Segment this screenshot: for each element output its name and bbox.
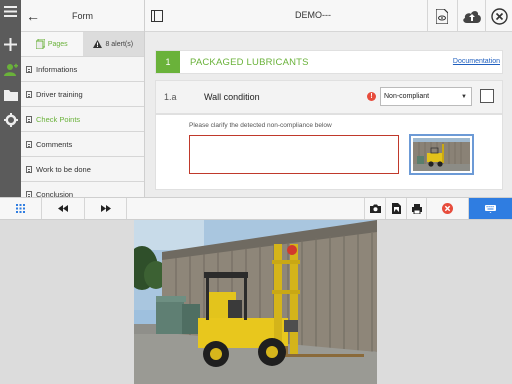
page-item-label: Informations <box>36 64 78 74</box>
document-icon <box>26 65 32 73</box>
question-number: 1.a <box>164 92 177 102</box>
question-row: 1.a Wall condition ! Non-compliant ▼ <box>155 80 503 114</box>
main-topbar: DEMO--- <box>145 0 512 32</box>
tab-pages-label: Pages <box>47 40 68 48</box>
detail-hint: Please clarify the detected non-complian… <box>189 122 332 129</box>
previous-button[interactable] <box>42 198 85 219</box>
cloud-upload-icon <box>462 11 481 23</box>
grid-button[interactable] <box>0 198 42 219</box>
image-file-icon <box>391 203 401 214</box>
chevron-down-icon: ▼ <box>461 94 467 100</box>
page-item-label: Driver training <box>36 89 83 99</box>
compliance-select[interactable]: Non-compliant ▼ <box>380 87 472 106</box>
form-tabs: Pages 8 alert(s) <box>21 32 144 57</box>
plus-icon[interactable] <box>3 37 18 52</box>
forklift-thumbnail-image <box>413 138 470 171</box>
tab-alerts-label: 8 alert(s) <box>105 40 134 48</box>
page-list: Informations Driver training Check Point… <box>21 57 144 207</box>
left-rail <box>0 0 21 197</box>
checklist-content: 1 PACKAGED LUBRICANTS Documentation 1.a … <box>145 32 512 197</box>
page-item-label: Work to be done <box>36 164 91 174</box>
close-button[interactable] <box>485 0 512 32</box>
app-root: ← Form Pages 8 alert(s) Informations Dri… <box>0 0 512 384</box>
document-icon <box>26 165 32 173</box>
page-item-work-to-be-done[interactable]: Work to be done <box>21 157 144 182</box>
rewind-icon <box>58 205 68 212</box>
print-button[interactable] <box>407 198 427 219</box>
photo-thumbnail[interactable] <box>409 134 474 175</box>
document-icon <box>26 140 32 148</box>
compliance-select-value: Non-compliant <box>384 93 430 100</box>
camera-button[interactable] <box>364 198 386 219</box>
camera-icon <box>369 204 381 213</box>
user-icon[interactable] <box>3 62 18 77</box>
noncompliance-detail: Please clarify the detected non-complian… <box>155 114 503 190</box>
eye-document-icon <box>435 8 448 24</box>
back-arrow-icon[interactable]: ← <box>21 8 45 24</box>
page-item-label: Comments <box>36 139 73 149</box>
forklift-photo-image <box>134 220 377 384</box>
section-name: PACKAGED LUBRICANTS <box>190 57 309 68</box>
printer-icon <box>411 203 422 214</box>
grid-icon <box>16 204 25 213</box>
pages-icon <box>35 39 45 49</box>
page-item-comments[interactable]: Comments <box>21 132 144 157</box>
keyboard-button[interactable] <box>469 198 512 219</box>
preview-button[interactable] <box>427 0 455 32</box>
form-title: Form <box>72 10 93 21</box>
image-file-button[interactable] <box>386 198 407 219</box>
page-item-check-points[interactable]: Check Points <box>21 107 144 132</box>
close-circle-icon <box>491 7 508 25</box>
form-panel: ← Form Pages 8 alert(s) Informations Dri… <box>21 0 145 207</box>
collapse-panel-icon[interactable] <box>151 10 163 22</box>
document-icon <box>26 90 32 98</box>
page-item-informations[interactable]: Informations <box>21 57 144 82</box>
delete-button[interactable] <box>427 198 469 219</box>
upload-button[interactable] <box>457 0 485 32</box>
viewer-toolbar <box>0 197 512 220</box>
keyboard-icon <box>485 204 496 213</box>
next-button[interactable] <box>85 198 127 219</box>
menu-icon[interactable] <box>3 4 18 19</box>
warning-icon: ! <box>367 92 376 101</box>
forklift-photo[interactable] <box>134 220 377 384</box>
section-number: 1 <box>156 51 180 73</box>
form-header: ← Form <box>21 0 144 32</box>
folder-icon[interactable] <box>3 87 18 102</box>
noncompliance-textarea[interactable] <box>189 135 399 174</box>
page-item-driver-training[interactable]: Driver training <box>21 82 144 107</box>
document-icon <box>26 115 32 123</box>
delete-icon <box>442 203 453 214</box>
page-item-label: Check Points <box>36 114 81 124</box>
tab-pages[interactable]: Pages <box>21 32 83 56</box>
documentation-link[interactable]: Documentation <box>453 58 500 65</box>
image-viewer <box>0 220 512 384</box>
warning-icon <box>93 40 103 48</box>
fast-forward-icon <box>100 205 111 212</box>
document-title: DEMO--- <box>295 10 331 20</box>
question-checkbox[interactable] <box>480 89 494 103</box>
question-label: Wall condition <box>204 92 260 102</box>
section-header: 1 PACKAGED LUBRICANTS Documentation <box>155 50 503 74</box>
gear-icon[interactable] <box>3 112 18 127</box>
tab-alerts[interactable]: 8 alert(s) <box>82 32 144 56</box>
